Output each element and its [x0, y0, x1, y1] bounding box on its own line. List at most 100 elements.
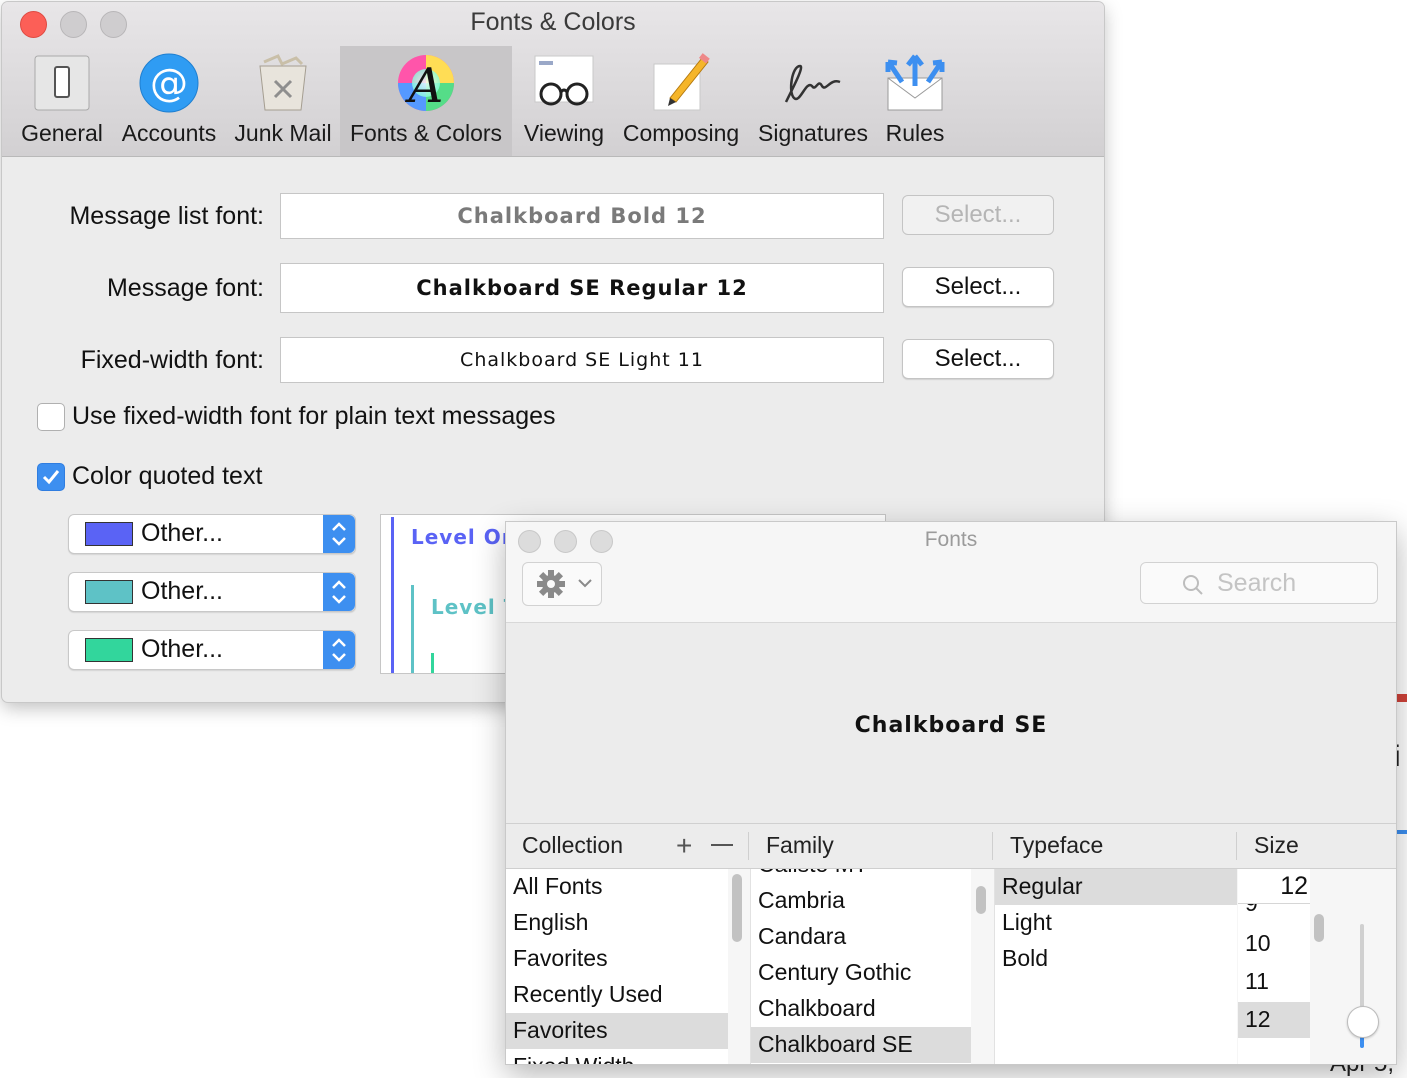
quote-level-two-color-popup[interactable]: Other...: [68, 572, 356, 612]
typeface-item[interactable]: Regular: [995, 869, 1237, 905]
checkmark-icon: [42, 470, 60, 485]
chevron-updown-icon: [332, 522, 346, 546]
family-item[interactable]: Century Gothic: [751, 955, 971, 991]
size-item[interactable]: 12: [1238, 1002, 1310, 1038]
quote-level-three-color-popup[interactable]: Other...: [68, 630, 356, 670]
glasses-icon: [534, 55, 594, 106]
collection-item[interactable]: Favorites: [506, 941, 728, 977]
collection-item[interactable]: English: [506, 905, 728, 941]
collection-item[interactable]: Recently Used: [506, 977, 728, 1013]
at-sign-icon: @: [139, 53, 199, 113]
fixed-width-font-label: Fixed-width font:: [80, 346, 264, 374]
message-list-font-value: Chalkboard Bold 12: [457, 204, 707, 228]
popup-stepper[interactable]: [323, 515, 355, 553]
typeface-item[interactable]: Bold: [995, 941, 1237, 977]
color-swatch: [85, 522, 133, 546]
collection-scrollbar[interactable]: [732, 874, 742, 942]
search-icon: [1183, 575, 1203, 595]
popup-label: Other...: [141, 635, 223, 663]
size-item[interactable]: 9: [1238, 904, 1310, 922]
trash-bin-icon: [259, 54, 307, 111]
column-divider: [1236, 832, 1237, 860]
collection-item[interactable]: Favorites: [506, 1013, 728, 1049]
toolbar-label: General: [21, 120, 103, 146]
family-scrollbar[interactable]: [976, 886, 986, 914]
chevron-updown-icon: [332, 638, 346, 662]
fonts-panel: Fonts Search Chalkboard SE Collection +: [506, 522, 1396, 1064]
size-item[interactable]: 10: [1238, 926, 1310, 962]
family-item[interactable]: Calisto MT: [751, 869, 971, 883]
fixed-width-font-select-button[interactable]: Select...: [902, 339, 1054, 379]
toolbar-label: Rules: [885, 120, 945, 146]
toolbar-item-general[interactable]: General: [12, 46, 112, 156]
family-list: Calisto MT Cambria Candara Century Gothi…: [750, 869, 971, 1064]
collection-column-header: Collection +: [506, 824, 748, 869]
toolbar-label: Signatures: [758, 120, 868, 146]
collection-item[interactable]: All Fonts: [506, 869, 728, 905]
popup-stepper[interactable]: [323, 631, 355, 669]
toolbar-item-rules[interactable]: Rules: [880, 46, 950, 156]
message-font-select-button[interactable]: Select...: [902, 267, 1054, 307]
quote-bar-level-three: [431, 653, 434, 673]
toolbar-item-fonts-colors[interactable]: A Fonts & Colors: [340, 46, 512, 156]
use-fixed-width-label: Use fixed-width font for plain text mess…: [72, 402, 556, 430]
size-input[interactable]: 12: [1238, 869, 1310, 904]
toolbar-label: Viewing: [523, 120, 605, 146]
font-search-field[interactable]: Search: [1140, 562, 1378, 604]
message-list-font-field: Chalkboard Bold 12: [280, 193, 884, 239]
message-list-font-label: Message list font:: [69, 202, 264, 230]
popup-stepper[interactable]: [323, 573, 355, 611]
toolbar-label: Junk Mail: [234, 120, 332, 146]
size-scrollbar[interactable]: [1314, 914, 1324, 942]
color-quoted-text-label: Color quoted text: [72, 462, 263, 490]
message-font-value: Chalkboard SE Regular 12: [416, 276, 748, 300]
family-item[interactable]: Candara: [751, 919, 971, 955]
use-fixed-width-checkbox[interactable]: [37, 403, 65, 431]
size-item[interactable]: 11: [1238, 964, 1310, 1000]
collection-item[interactable]: Fixed Width: [506, 1049, 728, 1064]
quote-bar-level-one: [391, 517, 394, 673]
toolbar-item-signatures[interactable]: Signatures: [750, 46, 876, 156]
column-divider: [748, 832, 749, 860]
action-menu-button[interactable]: [522, 562, 602, 606]
popup-label: Other...: [141, 519, 223, 547]
fixed-width-font-field: Chalkboard SE Light 11: [280, 337, 884, 383]
family-item[interactable]: Chalkboard: [751, 991, 971, 1027]
toolbar-item-accounts[interactable]: @ Accounts: [114, 46, 224, 156]
signature-icon: [784, 64, 841, 103]
collection-list: All Fonts English Favorites Recently Use…: [506, 869, 728, 1064]
column-divider: [992, 832, 993, 860]
family-item[interactable]: Cambria: [751, 883, 971, 919]
message-font-label: Message font:: [106, 274, 264, 302]
svg-text:@: @: [150, 61, 188, 105]
quote-bar-level-two: [411, 585, 414, 673]
search-placeholder: Search: [1217, 569, 1297, 597]
family-item[interactable]: Chalkboard SE: [751, 1027, 971, 1063]
size-value: 12: [1280, 872, 1308, 900]
toolbar-item-composing[interactable]: Composing: [616, 46, 746, 156]
quote-level-one-color-popup[interactable]: Other...: [68, 514, 356, 554]
general-switch-icon: [34, 55, 90, 111]
svg-text:A: A: [405, 58, 444, 114]
color-swatch: [85, 638, 133, 662]
background-blue-strip: [1396, 830, 1407, 834]
add-collection-icon[interactable]: +: [676, 830, 692, 862]
fonts-colors-icon: A: [398, 55, 454, 114]
toolbar-item-junk-mail[interactable]: Junk Mail: [230, 46, 336, 156]
color-swatch: [85, 580, 133, 604]
typeface-item[interactable]: Light: [995, 905, 1237, 941]
toolbar-label: Fonts & Colors: [349, 120, 503, 146]
toolbar-label: Accounts: [121, 120, 217, 146]
color-quoted-text-checkbox[interactable]: [37, 463, 65, 491]
toolbar-item-viewing[interactable]: Viewing: [516, 46, 612, 156]
message-list-font-select-button[interactable]: Select...: [902, 195, 1054, 235]
remove-collection-icon[interactable]: [711, 844, 733, 846]
background-red-strip: [1396, 694, 1407, 702]
window-title: Fonts & Colors: [470, 8, 636, 36]
size-slider-knob[interactable]: [1347, 1006, 1379, 1038]
typeface-column-header: Typeface: [992, 824, 1236, 869]
chevron-updown-icon: [332, 580, 346, 604]
family-column-header: Family: [748, 824, 992, 869]
fonts-window-title: Fonts: [924, 528, 978, 551]
font-preview-text: Chalkboard SE: [854, 713, 1048, 738]
